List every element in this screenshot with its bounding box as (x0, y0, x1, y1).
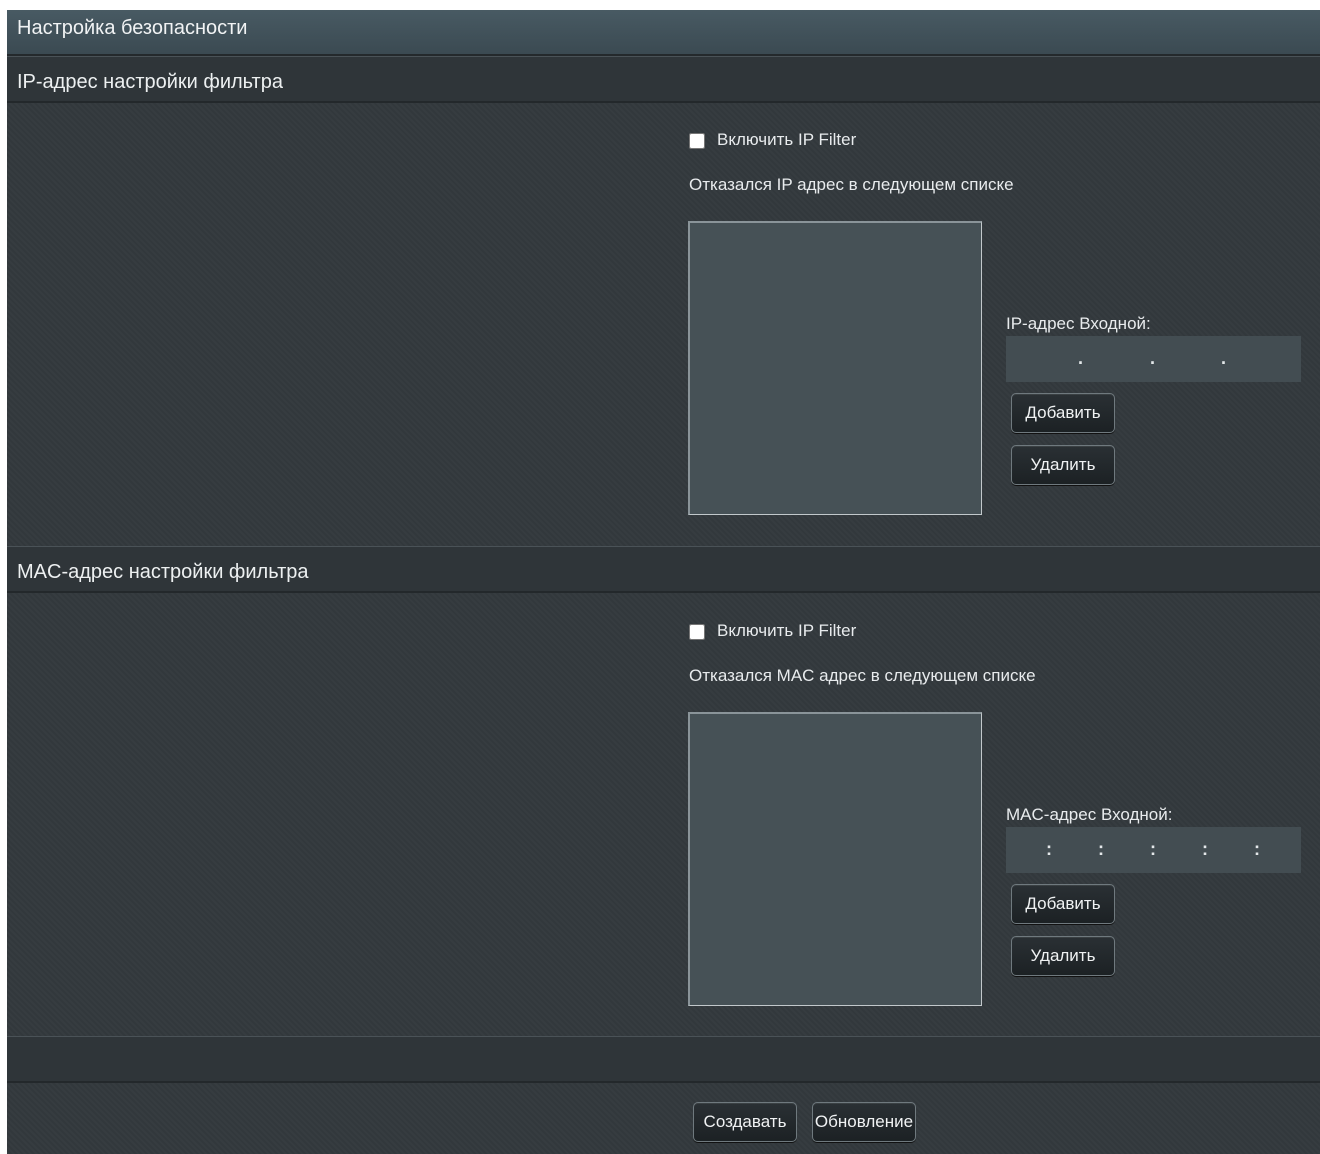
mac-filter-enable-checkbox[interactable] (689, 624, 705, 640)
mac-filter-address-list[interactable] (688, 712, 982, 1006)
mac-address-input[interactable]: : : : : : (1006, 827, 1301, 873)
ip-filter-section-title: IP-адрес настройки фильтра (17, 71, 283, 93)
mac-add-button[interactable]: Добавить (1011, 884, 1115, 924)
ip-add-button[interactable]: Добавить (1011, 393, 1115, 433)
mac-separator: : (1202, 839, 1208, 859)
ip-separator: . (1150, 348, 1156, 368)
create-button[interactable]: Создавать (693, 1102, 797, 1142)
ip-delete-button[interactable]: Удалить (1011, 445, 1115, 485)
mac-filter-section-title: MAC-адрес настройки фильтра (17, 561, 309, 583)
page-title-bar: Настройка безопасности (7, 10, 1320, 56)
page-title: Настройка безопасности (17, 17, 248, 39)
ip-filter-enable-label: Включить IP Filter (717, 130, 857, 149)
ip-filter-section-header: IP-адрес настройки фильтра (7, 56, 1320, 103)
mac-separator: : (1046, 839, 1052, 859)
ip-input-label: IP-адрес Входной: (1006, 314, 1151, 333)
ip-filter-enable-checkbox[interactable] (689, 133, 705, 149)
mac-input-label: MAC-адрес Входной: (1006, 805, 1173, 824)
mac-separator: : (1254, 839, 1260, 859)
ip-filter-address-list[interactable] (688, 221, 982, 515)
ip-separator: . (1221, 348, 1227, 368)
mac-delete-button[interactable]: Удалить (1011, 936, 1115, 976)
ip-separator: . (1078, 348, 1084, 368)
mac-separator: : (1150, 839, 1156, 859)
security-settings-page: Настройка безопасности IP-адрес настройк… (7, 10, 1320, 1154)
mac-filter-section-header: MAC-адрес настройки фильтра (7, 546, 1320, 593)
footer-divider-bar (7, 1036, 1320, 1083)
mac-separator: : (1098, 839, 1104, 859)
ip-filter-list-caption: Отказался IP адрес в следующем списке (689, 175, 1014, 194)
mac-filter-list-caption: Отказался MAC адрес в следующем списке (689, 666, 1036, 685)
ip-address-input[interactable]: . . . (1006, 336, 1301, 382)
mac-filter-enable-label: Включить IP Filter (717, 621, 857, 640)
refresh-button[interactable]: Обновление (812, 1102, 916, 1142)
